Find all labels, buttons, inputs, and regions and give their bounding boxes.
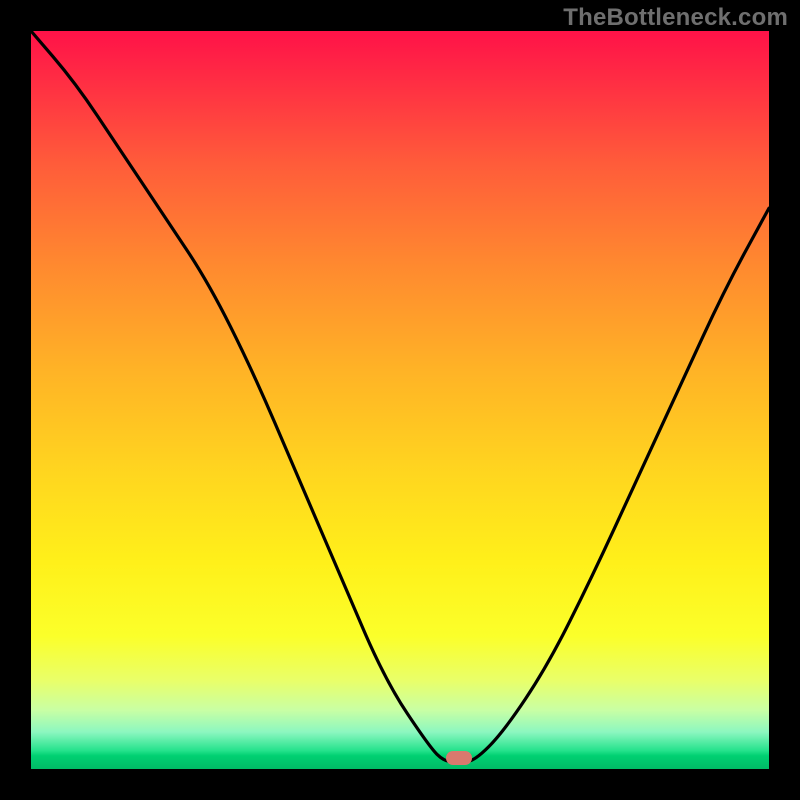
attribution-text: TheBottleneck.com	[563, 4, 788, 32]
optimal-marker	[446, 751, 472, 765]
bottleneck-curve	[31, 31, 769, 769]
plot-area	[31, 31, 769, 769]
chart-frame: TheBottleneck.com	[0, 0, 800, 800]
